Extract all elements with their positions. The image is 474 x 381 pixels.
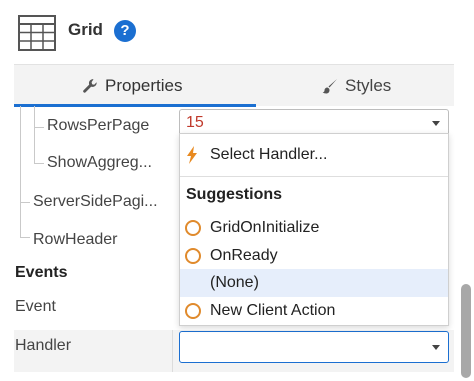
divider xyxy=(180,176,448,177)
chevron-down-icon xyxy=(432,121,440,126)
suggestion-label: New Client Action xyxy=(210,302,336,319)
handler-label: Handler xyxy=(15,337,72,354)
property-label-showaggregate: ShowAggreg... xyxy=(47,154,152,171)
tree-connector xyxy=(34,106,35,164)
property-label-serversidepaging: ServerSidePagi... xyxy=(33,193,158,210)
tab-styles[interactable]: Styles xyxy=(322,65,391,107)
properties-header: Grid ? xyxy=(0,0,474,64)
rowsperpage-value: 15 xyxy=(186,114,204,131)
handler-dropdown: Select Handler... Suggestions GridOnInit… xyxy=(179,133,449,326)
grid-table-icon xyxy=(18,15,56,51)
circle-icon xyxy=(185,248,201,264)
handler-select[interactable] xyxy=(179,331,449,363)
tab-bar: Properties Styles xyxy=(14,64,454,107)
events-section-title: Events xyxy=(15,264,68,281)
suggestion-label: GridOnInitialize xyxy=(210,219,320,236)
tree-connector xyxy=(20,106,21,238)
wrench-icon xyxy=(83,79,97,93)
select-handler-option[interactable]: Select Handler... xyxy=(180,140,448,170)
tree-connector xyxy=(20,237,30,238)
suggestion-item-none[interactable]: (None) xyxy=(180,269,448,297)
divider xyxy=(172,330,173,372)
tab-properties-label: Properties xyxy=(105,76,183,95)
select-handler-label: Select Handler... xyxy=(210,146,328,163)
suggestion-label: (None) xyxy=(210,274,259,291)
chevron-down-icon xyxy=(432,345,440,350)
help-icon[interactable]: ? xyxy=(114,20,136,42)
scrollbar-thumb[interactable] xyxy=(461,284,471,378)
tree-connector xyxy=(20,202,30,203)
tree-connector xyxy=(34,127,44,128)
suggestions-heading: Suggestions xyxy=(186,186,283,203)
tab-properties[interactable]: Properties xyxy=(82,65,182,107)
suggestion-item[interactable]: New Client Action xyxy=(180,297,448,325)
circle-icon xyxy=(185,303,201,319)
event-label: Event xyxy=(15,298,56,315)
circle-icon xyxy=(185,220,201,236)
widget-title: Grid xyxy=(68,20,103,39)
suggestion-item[interactable]: OnReady xyxy=(180,242,448,270)
lightning-icon xyxy=(187,146,197,164)
suggestion-label: OnReady xyxy=(210,247,278,264)
property-label-rowheader: RowHeader xyxy=(33,231,118,248)
tree-connector xyxy=(34,163,44,164)
tab-styles-label: Styles xyxy=(345,76,392,95)
suggestion-item[interactable]: GridOnInitialize xyxy=(180,214,448,242)
property-label-rowsperpage: RowsPerPage xyxy=(47,117,150,134)
brush-icon xyxy=(322,79,337,94)
